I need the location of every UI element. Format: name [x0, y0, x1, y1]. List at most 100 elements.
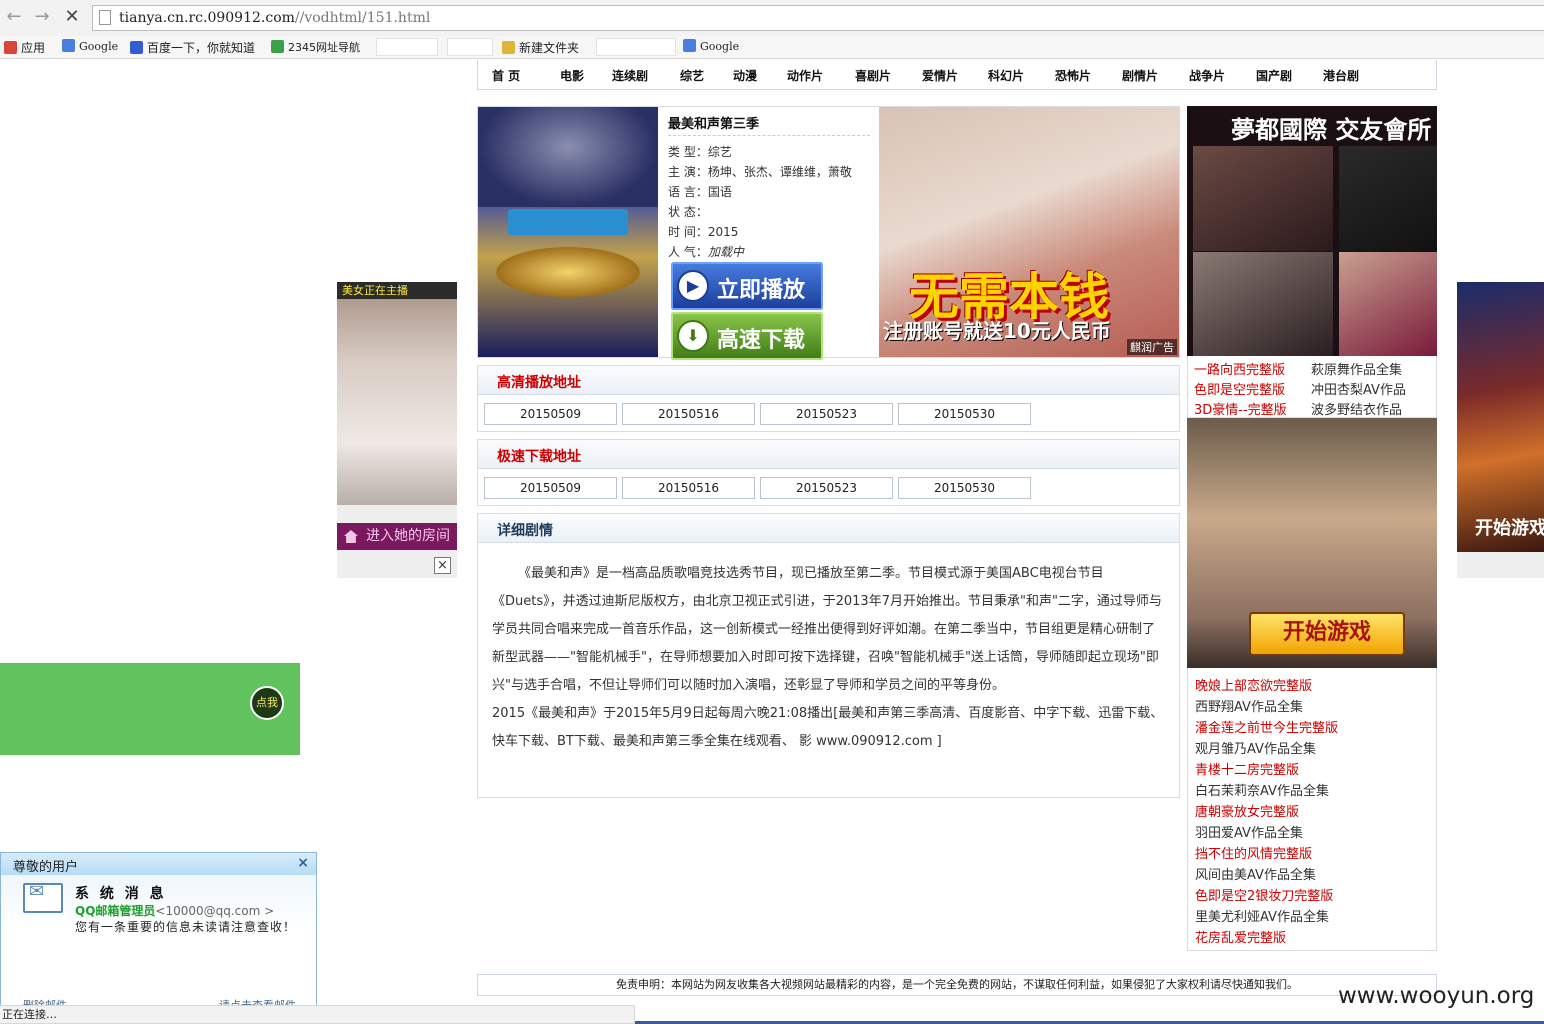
right-link[interactable]: 3D豪情--完整版: [1194, 399, 1287, 418]
bookmark-blank-1[interactable]: [376, 38, 438, 56]
bookmark-blank-2[interactable]: [447, 38, 493, 56]
nav-movie[interactable]: 电影: [560, 67, 584, 84]
list-item[interactable]: 观月雏乃AV作品全集: [1195, 738, 1316, 757]
nav-horror[interactable]: 恐怖片: [1055, 67, 1091, 84]
close-float-ad-button[interactable]: ×: [434, 557, 451, 574]
show-cast: 主 演：杨坤、张杰、谭维维，萧敬: [668, 165, 852, 179]
right-club-ad[interactable]: 夢都國際 交友會所: [1187, 106, 1437, 356]
bookmark-baidu[interactable]: 百度一下，你就知道: [130, 39, 255, 55]
browser-toolbar: ← → ✕ tianya.cn.rc.090912.com//vodhtml/1…: [0, 0, 1544, 37]
title-divider: [668, 135, 870, 136]
list-item[interactable]: 青楼十二房完整版: [1195, 759, 1299, 778]
poster-judges: [478, 107, 658, 207]
address-bar[interactable]: tianya.cn.rc.090912.com//vodhtml/151.htm…: [92, 5, 1544, 31]
list-item[interactable]: 风间由美AV作品全集: [1195, 864, 1316, 883]
disclaimer-footer: 免责申明：本网站为网友收集各大视频网站最精彩的内容，是一个完全免费的网站，不谋取…: [477, 974, 1437, 996]
start-game-button[interactable]: 开始游戏: [1249, 612, 1405, 656]
bookmark-google[interactable]: Google: [62, 39, 118, 55]
sender-line: QQ邮箱管理员<10000@qq.com >: [75, 904, 275, 918]
download-episode-1[interactable]: 20150509: [484, 477, 617, 499]
bookmark-new-folder[interactable]: 新建文件夹: [502, 39, 579, 55]
main-banner-ad[interactable]: 无需本钱 注册账号就送10元人民币 麒润广告: [879, 107, 1179, 357]
list-item[interactable]: 色即是空2银妆刀完整版: [1195, 885, 1333, 904]
show-poster[interactable]: [478, 107, 658, 357]
enter-room-button[interactable]: 进入她的房间: [337, 523, 457, 550]
ad-photo-2: [1339, 146, 1437, 251]
qq-popup-title: 尊敬的用户: [13, 860, 79, 875]
list-item[interactable]: 花房乱爱完整版: [1195, 927, 1286, 946]
download-episode-4[interactable]: 20150530: [898, 477, 1031, 499]
nav-romance[interactable]: 爱情片: [922, 67, 958, 84]
back-arrow-icon[interactable]: ←: [3, 6, 25, 28]
nav-comedy[interactable]: 喜剧片: [855, 67, 891, 84]
browser-status-bar: 正在连接…: [0, 1005, 635, 1024]
nav-variety[interactable]: 综艺: [680, 67, 704, 84]
plot-paragraph-1: 《最美和声》是一档高品质歌唱竞技选秀节目，现已播放至第二季。节目模式源于美国AB…: [492, 566, 1162, 693]
site-nav: 首 页 电影 连续剧 综艺 动漫 动作片 喜剧片 爱情片 科幻片 恐怖片 剧情片…: [477, 60, 1437, 90]
list-item[interactable]: 西野翔AV作品全集: [1195, 696, 1303, 715]
detail-section-header: 详细剧情: [477, 513, 1180, 543]
right-game-ad[interactable]: 开始游戏: [1187, 418, 1437, 668]
nav-drama[interactable]: 剧情片: [1122, 67, 1158, 84]
list-item[interactable]: 羽田爱AV作品全集: [1195, 822, 1303, 841]
right-link[interactable]: 波多野结衣作品: [1311, 399, 1402, 418]
google-icon: [683, 39, 696, 52]
plot-paragraph-2: 2015《最美和声》于2015年5月9日起每周六晚21:08播出[最美和声第三季…: [492, 706, 1164, 749]
play-episode-1[interactable]: 20150509: [484, 403, 617, 425]
click-me-button[interactable]: 点我: [250, 686, 284, 720]
address-text: tianya.cn.rc.090912.com//vodhtml/151.htm…: [119, 10, 431, 26]
live-stream-header: 美女正在主播: [337, 282, 457, 299]
popup-message: 您有一条重要的信息未读请注意查收！: [75, 920, 297, 934]
envelope-icon: ✉: [23, 881, 63, 913]
forward-arrow-icon[interactable]: →: [31, 6, 53, 28]
right-links-box: 一路向西完整版 萩原舞作品全集 色即是空完整版 冲田杏梨AV作品 3D豪情--完…: [1187, 356, 1437, 418]
nav-action[interactable]: 动作片: [787, 67, 823, 84]
download-episode-2[interactable]: 20150516: [622, 477, 755, 499]
stop-loading-icon[interactable]: ✕: [61, 6, 83, 28]
play-episode-3[interactable]: 20150523: [760, 403, 893, 425]
game-ad-art: [1457, 282, 1544, 552]
right-link[interactable]: 萩原舞作品全集: [1311, 359, 1402, 378]
poster-sponsor-band: [508, 209, 628, 235]
nav-war[interactable]: 战争片: [1189, 67, 1225, 84]
show-language: 语 言：国语: [668, 185, 732, 199]
bookmark-google-2[interactable]: Google: [683, 39, 739, 55]
2345-icon: [271, 40, 284, 53]
nav-home[interactable]: 首 页: [492, 67, 520, 84]
nav-series[interactable]: 连续剧: [612, 67, 648, 84]
show-type: 类 型：综艺: [668, 145, 732, 159]
nav-hktw[interactable]: 港台剧: [1323, 67, 1359, 84]
fast-download-button[interactable]: ⬇ 高速下载: [671, 312, 823, 360]
download-episode-3[interactable]: 20150523: [760, 477, 893, 499]
bookmark-blank-3[interactable]: [596, 38, 676, 56]
right-list-box: 晚娘上部恋欲完整版 西野翔AV作品全集 潘金莲之前世今生完整版 观月雏乃AV作品…: [1187, 668, 1437, 951]
list-item[interactable]: 白石茉莉奈AV作品全集: [1195, 780, 1329, 799]
show-popularity: 人 气：加载中: [668, 245, 744, 259]
apps-grid-icon: [4, 41, 17, 54]
list-item[interactable]: 潘金莲之前世今生完整版: [1195, 717, 1338, 736]
nav-scifi[interactable]: 科幻片: [988, 67, 1024, 84]
list-item[interactable]: 晚娘上部恋欲完整版: [1195, 675, 1312, 694]
right-float-game-ad[interactable]: 开始游戏: [1457, 282, 1544, 578]
ad-photo-3: [1193, 252, 1333, 356]
nav-anime[interactable]: 动漫: [733, 67, 757, 84]
bookmarks-bar: 应用 Google 百度一下，你就知道 2345网址导航 新建文件夹 Googl…: [0, 36, 1544, 59]
play-episode-2[interactable]: 20150516: [622, 403, 755, 425]
list-item[interactable]: 里美尤利娅AV作品全集: [1195, 906, 1329, 925]
qq-mail-popup[interactable]: 尊敬的用户 × ✉ 系 统 消 息 QQ邮箱管理员<10000@qq.com >…: [0, 852, 317, 1012]
house-icon: [344, 530, 358, 543]
right-link[interactable]: 一路向西完整版: [1194, 359, 1285, 378]
close-icon[interactable]: ×: [297, 855, 309, 871]
live-stream-photo[interactable]: [337, 299, 457, 505]
bookmark-2345[interactable]: 2345网址导航: [271, 39, 360, 55]
play-episode-4[interactable]: 20150530: [898, 403, 1031, 425]
list-item[interactable]: 挡不住的风情完整版: [1195, 843, 1312, 862]
google-icon: [62, 39, 75, 52]
nav-domestic[interactable]: 国产剧: [1256, 67, 1292, 84]
list-item[interactable]: 唐朝豪放女完整版: [1195, 801, 1299, 820]
right-link[interactable]: 冲田杏梨AV作品: [1311, 379, 1406, 398]
play-now-button[interactable]: ▶ 立即播放: [671, 262, 823, 310]
right-link[interactable]: 色即是空完整版: [1194, 379, 1285, 398]
bookmark-apps[interactable]: 应用: [4, 39, 45, 55]
play-section-header: 高清播放地址: [477, 365, 1180, 395]
